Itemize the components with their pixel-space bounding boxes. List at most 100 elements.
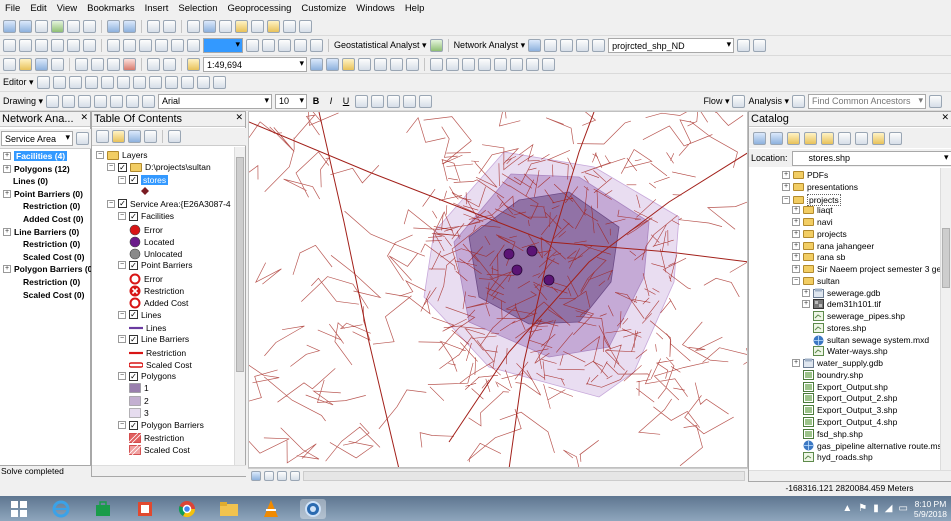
layout-icon-11[interactable] <box>171 39 184 52</box>
expand-icon[interactable]: + <box>792 253 800 262</box>
line-color-icon[interactable] <box>387 94 401 108</box>
na-class-item[interactable]: Restriction (0) <box>23 277 80 287</box>
na-class-item[interactable]: Lines (0) <box>13 176 48 186</box>
catalog-item[interactable]: +gas_pipeline alternative route.ms <box>792 440 942 451</box>
color-selector[interactable] <box>203 38 243 53</box>
find-icon[interactable] <box>219 19 232 33</box>
visibility-checkbox[interactable]: ✓ <box>129 260 138 270</box>
clear-selection-icon[interactable] <box>163 19 176 33</box>
expand-icon[interactable]: + <box>792 359 800 367</box>
catalog-close-icon[interactable]: ✕ <box>941 112 949 123</box>
toc-layer[interactable]: − Layers <box>96 150 148 160</box>
layout-icon-12[interactable] <box>187 39 200 52</box>
home-icon[interactable] <box>804 131 817 145</box>
back-icon[interactable] <box>753 131 766 145</box>
expand-icon[interactable]: + <box>802 288 810 297</box>
na-properties-icon[interactable] <box>76 132 89 145</box>
catalog-item[interactable]: + water_supply.gdb <box>792 358 883 368</box>
visibility-checkbox[interactable]: ✓ <box>129 334 138 344</box>
visibility-checkbox[interactable]: ✓ <box>118 199 127 209</box>
network-analyst-menu[interactable]: Network Analyst ▾ <box>454 40 526 51</box>
select-icon[interactable] <box>187 19 200 33</box>
add-data-icon[interactable] <box>187 58 200 71</box>
visibility-checkbox[interactable]: ✓ <box>129 310 138 320</box>
pin-icon[interactable]: ✕ <box>80 112 88 123</box>
split-icon[interactable] <box>148 76 162 89</box>
tool-icon-h[interactable] <box>542 58 555 71</box>
toggle-contents-icon[interactable] <box>872 131 885 145</box>
catalog-window-icon[interactable] <box>342 58 355 71</box>
menu-customize[interactable]: Customize <box>301 3 346 14</box>
catalog-item[interactable]: +sultan sewage system.mxd <box>802 335 929 346</box>
trace-icon[interactable] <box>84 76 98 89</box>
na-class-item[interactable]: + Point Barriers (0) <box>3 189 83 199</box>
delete-icon[interactable] <box>123 58 136 71</box>
collapse-icon[interactable]: − <box>118 421 126 430</box>
forward-icon[interactable] <box>770 131 783 145</box>
na-class-item[interactable]: Scaled Cost (0) <box>23 290 84 300</box>
na-class-item[interactable]: Restriction (0) <box>23 201 80 211</box>
catalog-hscrollbar[interactable] <box>749 470 951 481</box>
battery-icon[interactable]: ▭ <box>898 503 907 514</box>
catalog-item[interactable]: + rana jahangeer <box>792 241 874 251</box>
cut-polygon-icon[interactable] <box>132 76 146 89</box>
toc-scrollbar[interactable] <box>234 147 245 466</box>
create-network-location-icon[interactable] <box>544 39 558 52</box>
vlc-icon[interactable] <box>258 499 284 519</box>
toc-layer[interactable]: − ✓ Point Barriers <box>118 260 193 270</box>
expand-icon[interactable]: + <box>792 241 800 250</box>
toc-layer[interactable]: − ✓ Lines <box>118 310 161 320</box>
print-icon[interactable] <box>51 58 64 71</box>
layout-icon-1[interactable] <box>3 39 16 52</box>
font-size-combo[interactable]: 10 <box>275 93 308 109</box>
catalog-item[interactable]: +Export_Output_2.shp <box>792 393 897 404</box>
attributes-icon[interactable] <box>180 76 194 89</box>
layout-icon-3[interactable] <box>35 39 48 52</box>
select-move-location-icon[interactable] <box>560 39 574 52</box>
menu-bookmarks[interactable]: Bookmarks <box>87 3 135 14</box>
layout-icon-8[interactable] <box>123 39 136 52</box>
catalog-item[interactable]: + presentations <box>782 182 858 192</box>
expand-icon[interactable]: + <box>792 206 800 215</box>
layout-icon-9[interactable] <box>139 39 152 52</box>
expand-icon[interactable]: + <box>782 171 790 179</box>
tool-icon-c[interactable] <box>462 58 475 71</box>
editor-toolbar-icon[interactable] <box>310 58 323 71</box>
expand-icon[interactable]: + <box>792 218 800 226</box>
catalog-item[interactable]: + liaqt <box>792 205 833 215</box>
paste-icon[interactable] <box>107 58 120 71</box>
toc-layer[interactable]: − ✓ Polygon Barriers <box>118 420 204 430</box>
menu-file[interactable]: File <box>5 3 20 14</box>
catalog-item[interactable]: − sultan <box>792 276 840 286</box>
na-class-item[interactable]: Added Cost (0) <box>23 214 83 224</box>
catalog-item[interactable]: + projects <box>792 229 847 239</box>
map-scale-combo[interactable]: 1:49,694 <box>203 57 307 72</box>
fill-color-icon[interactable] <box>371 94 385 108</box>
tool-icon-e[interactable] <box>494 58 507 71</box>
menu-selection[interactable]: Selection <box>178 3 217 14</box>
shadow-color-icon[interactable] <box>419 94 433 108</box>
edit-vertices-icon[interactable] <box>100 76 114 89</box>
visibility-checkbox[interactable]: ✓ <box>129 420 138 430</box>
na-class-item[interactable]: + Facilities (4) <box>3 151 68 161</box>
back-extent-icon[interactable] <box>107 19 120 33</box>
arctoolbox-icon[interactable] <box>374 58 387 71</box>
visibility-checkbox[interactable]: ✓ <box>118 162 127 172</box>
catalog-item[interactable]: +Export_Output.shp <box>792 381 888 392</box>
list-by-selection-icon[interactable] <box>144 130 157 143</box>
tool-icon-f[interactable] <box>510 58 523 71</box>
list-by-visibility-icon[interactable] <box>128 130 141 143</box>
catalog-item[interactable]: +Export_Output_4.shp <box>792 416 897 427</box>
expand-icon[interactable]: + <box>3 189 11 198</box>
folder-icon[interactable] <box>216 499 242 519</box>
full-extent-icon[interactable] <box>51 19 64 33</box>
save-icon[interactable] <box>35 58 48 71</box>
layout-icon-5[interactable] <box>67 39 80 52</box>
catalog-item[interactable]: + navi <box>792 217 833 227</box>
network-identify-icon[interactable] <box>753 39 767 52</box>
python-window-icon[interactable] <box>390 58 403 71</box>
ancestors-options-icon[interactable] <box>929 94 942 108</box>
zoom-in-icon[interactable] <box>3 19 16 33</box>
flag-icon[interactable]: ⚑ <box>858 503 867 514</box>
network-dataset-combo[interactable]: projrcted_shp_ND <box>608 38 735 53</box>
